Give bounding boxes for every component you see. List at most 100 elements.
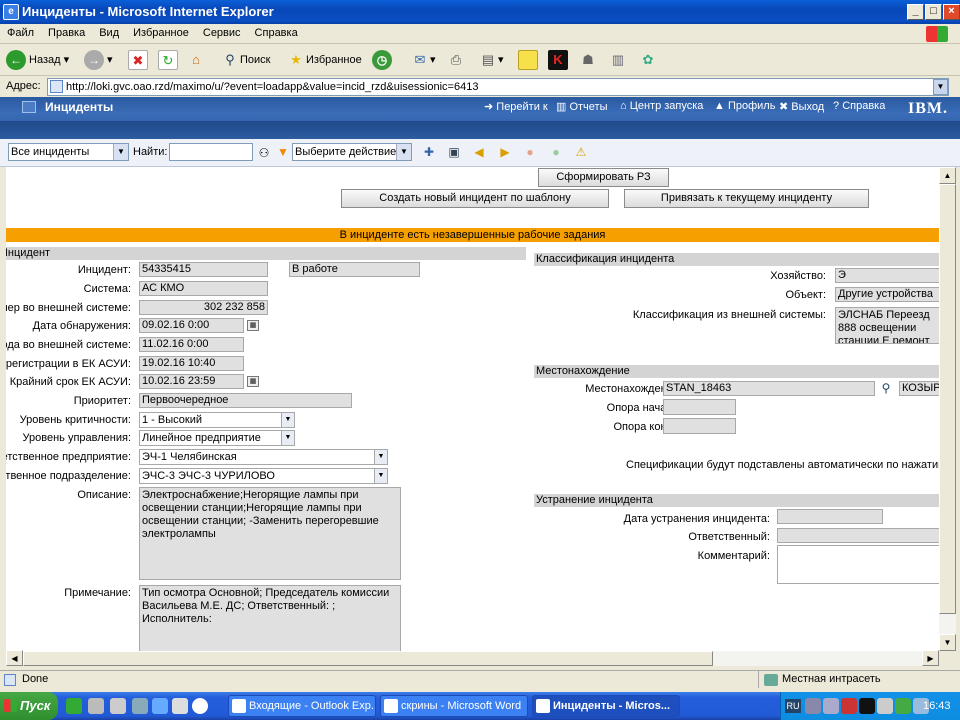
- tray-icon-6[interactable]: [895, 698, 911, 714]
- task-word[interactable]: скрины - Microsoft Word: [380, 695, 528, 717]
- menu-favorites[interactable]: Избранное: [126, 24, 196, 42]
- back-button[interactable]: ← Назад ▾: [6, 49, 69, 71]
- save-icon[interactable]: ▣: [446, 144, 462, 160]
- route-stop-icon[interactable]: ●: [522, 144, 538, 160]
- select-action[interactable]: Выберите действие ▼: [292, 143, 412, 161]
- print-button[interactable]: ⎙: [446, 49, 466, 71]
- hscroll-thumb[interactable]: [23, 651, 713, 666]
- previous-record-icon[interactable]: ◀: [471, 144, 487, 160]
- menu-file[interactable]: Файл: [0, 24, 41, 42]
- menu-view[interactable]: Вид: [92, 24, 126, 42]
- saved-query-select[interactable]: Все инциденты ▼: [8, 143, 129, 161]
- comment-textarea[interactable]: [777, 545, 939, 584]
- end-support-field[interactable]: [663, 418, 736, 434]
- tree-icon[interactable]: [66, 698, 82, 714]
- detected-date-field[interactable]: 09.02.16 0:00: [139, 318, 244, 333]
- tray-icon-2[interactable]: [823, 698, 839, 714]
- route-start-icon[interactable]: ●: [548, 144, 564, 160]
- tray-icon-1[interactable]: [805, 698, 821, 714]
- menu-edit[interactable]: Правка: [41, 24, 92, 42]
- tray-icon-5[interactable]: [877, 698, 893, 714]
- forward-button[interactable]: → ▾: [84, 49, 113, 71]
- media-player-icon[interactable]: [192, 698, 208, 714]
- research-button[interactable]: ▥: [608, 49, 628, 71]
- next-record-icon[interactable]: ▶: [497, 144, 513, 160]
- description-textarea[interactable]: Электроснабжение;Негорящие лампы при осв…: [139, 487, 401, 580]
- menu-help[interactable]: Справка: [248, 24, 305, 42]
- ext-entered-field[interactable]: 11.02.16 0:00: [139, 337, 244, 352]
- home-button[interactable]: ⌂: [186, 49, 206, 71]
- binoculars-icon[interactable]: ⚇: [256, 145, 272, 161]
- scroll-right-icon[interactable]: ▶: [922, 650, 939, 666]
- quicklaunch-icon-4[interactable]: [132, 698, 148, 714]
- search-button[interactable]: ⚲ Поиск: [220, 49, 270, 71]
- search-icon[interactable]: ⚲: [878, 380, 894, 396]
- form-rz-button[interactable]: Сформировать РЗ: [538, 168, 669, 187]
- scroll-thumb[interactable]: [939, 184, 956, 614]
- mgmt-level-select[interactable]: Линейное предприятие ▼: [139, 430, 295, 446]
- economy-field[interactable]: Э: [835, 268, 939, 283]
- nav-reports[interactable]: ▥ Отчеты: [556, 100, 607, 113]
- clock[interactable]: 16:43: [923, 692, 951, 720]
- calendar-icon[interactable]: ▦: [247, 320, 259, 331]
- scroll-down-icon[interactable]: ▼: [939, 634, 956, 651]
- start-button[interactable]: Пуск: [0, 692, 58, 720]
- scroll-left-icon[interactable]: ◀: [6, 650, 23, 666]
- deadline-field[interactable]: 10.02.16 23:59: [139, 374, 244, 389]
- resp-dept-select[interactable]: ЭЧС-3 ЭЧС-3 ЧУРИЛОВО ▼: [139, 468, 388, 484]
- ext-number-field[interactable]: 302 232 858: [139, 300, 268, 315]
- minimize-button[interactable]: _: [907, 4, 924, 20]
- nav-logout[interactable]: ✖ Выход: [779, 100, 824, 113]
- address-dropdown-button[interactable]: ▼: [933, 79, 948, 95]
- quicklaunch-icon-2[interactable]: [88, 698, 104, 714]
- nav-goto[interactable]: ➜ Перейти к: [484, 100, 548, 113]
- link-to-current-button[interactable]: Привязать к текущему инциденту: [624, 189, 869, 208]
- registered-date-field[interactable]: 19.02.16 10:40: [139, 356, 244, 371]
- ie-icon[interactable]: [152, 698, 168, 714]
- incident-id-field[interactable]: 54335415: [139, 262, 268, 277]
- vertical-scrollbar[interactable]: ▲ ▼: [939, 167, 956, 651]
- kaspersky-button[interactable]: K: [548, 49, 568, 71]
- ext-class-field[interactable]: ЭЛСНАБ Переезд 888 освещении станции Е р…: [835, 307, 939, 344]
- responsible-field[interactable]: [777, 528, 939, 543]
- start-support-field[interactable]: [663, 399, 736, 415]
- location-field[interactable]: STAN_18463: [663, 381, 875, 396]
- arrow-down-icon[interactable]: ▼: [275, 144, 291, 160]
- maximize-button[interactable]: □: [925, 4, 942, 20]
- resp-org-select[interactable]: ЭЧ-1 Челябинская ▼: [139, 449, 388, 465]
- find-input[interactable]: [169, 143, 253, 161]
- scroll-up-icon[interactable]: ▲: [939, 167, 956, 184]
- refresh-button[interactable]: ↻: [158, 49, 178, 71]
- messenger-button[interactable]: ☗: [578, 49, 598, 71]
- note-textarea[interactable]: Тип осмотра Основной; Председатель комис…: [139, 585, 401, 651]
- mail-button[interactable]: ✉ ▾: [410, 49, 436, 71]
- close-button[interactable]: ×: [943, 4, 960, 20]
- quicklaunch-icon-3[interactable]: [110, 698, 126, 714]
- msn-button[interactable]: ✿: [638, 49, 658, 71]
- language-indicator[interactable]: RU: [785, 699, 801, 713]
- system-field[interactable]: АС КМО: [139, 281, 268, 296]
- criticality-select[interactable]: 1 - Высокий ▼: [139, 412, 295, 428]
- new-record-icon[interactable]: ✚: [421, 144, 437, 160]
- notes-button[interactable]: [518, 49, 538, 71]
- edit-button[interactable]: ▤ ▾: [478, 49, 504, 71]
- horizontal-scrollbar[interactable]: ◀ ▶: [6, 650, 939, 666]
- address-input[interactable]: http://loki.gvc.oao.rzd/maximo/u/?event=…: [47, 78, 949, 96]
- nav-help[interactable]: ? Справка: [833, 100, 885, 112]
- quicklaunch-icon-6[interactable]: [172, 698, 188, 714]
- nav-profile[interactable]: ▲ Профиль: [714, 100, 775, 112]
- nav-start-center[interactable]: ⌂ Центр запуска: [620, 100, 703, 112]
- object-field[interactable]: Другие устройства: [835, 287, 939, 302]
- task-outlook[interactable]: Входящие - Outlook Exp...: [228, 695, 376, 717]
- favorites-button[interactable]: ★ Избранное: [286, 49, 362, 71]
- create-from-template-button[interactable]: Создать новый инцидент по шаблону: [341, 189, 609, 208]
- warning-icon[interactable]: ⚠: [573, 144, 589, 160]
- history-button[interactable]: ◷: [372, 49, 395, 71]
- priority-field[interactable]: Первоочередное: [139, 393, 352, 408]
- kaspersky-icon[interactable]: [859, 698, 875, 714]
- tray-icon-3[interactable]: [841, 698, 857, 714]
- calendar-icon[interactable]: ▦: [247, 376, 259, 387]
- resolution-date-field[interactable]: [777, 509, 883, 524]
- task-ie-incidents[interactable]: Инциденты - Micros...: [532, 695, 680, 717]
- window-title-bar[interactable]: e Инциденты - Microsoft Internet Explore…: [0, 0, 960, 24]
